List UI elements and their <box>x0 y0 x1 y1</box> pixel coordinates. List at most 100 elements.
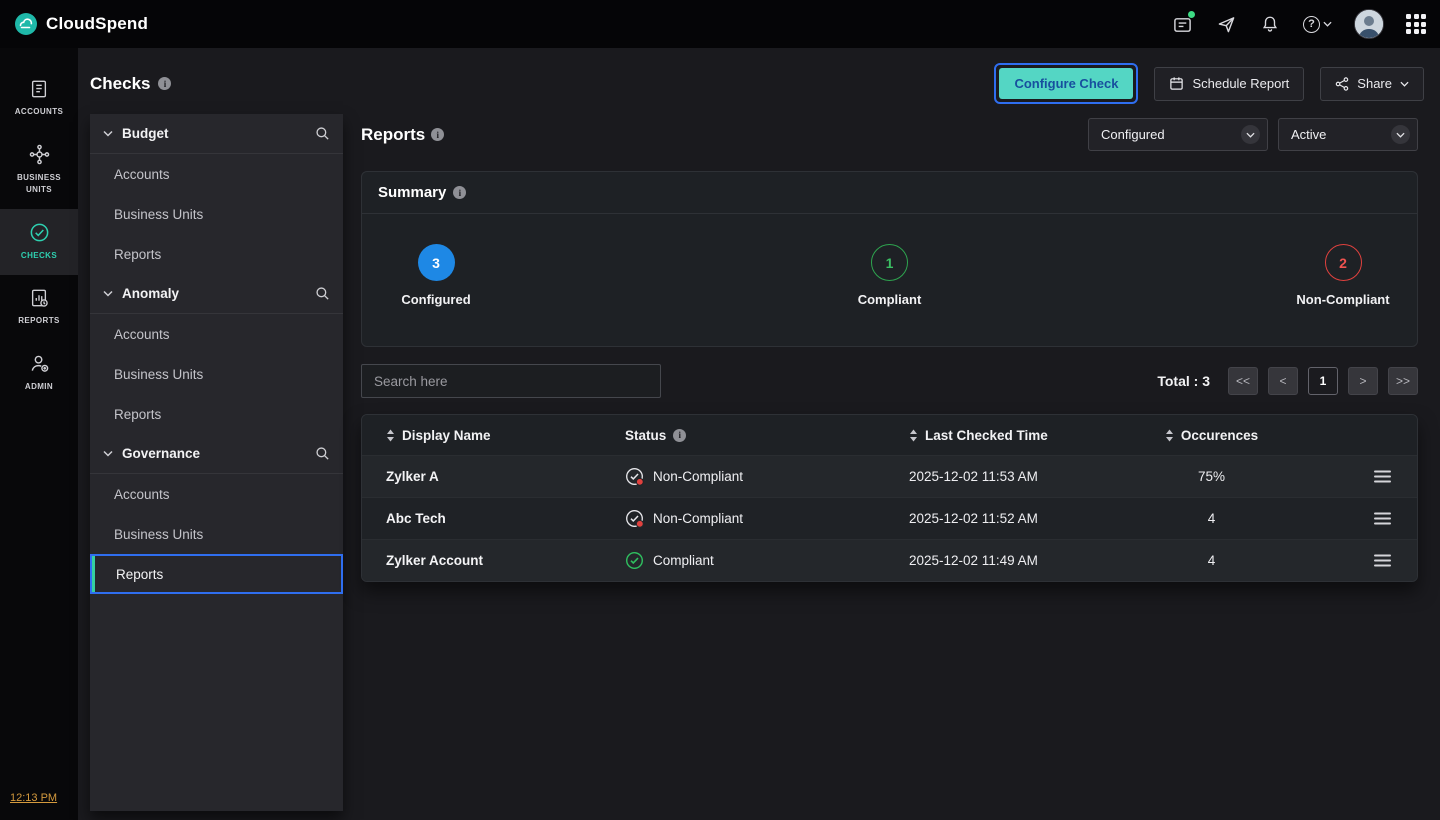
info-icon[interactable]: i <box>673 429 686 442</box>
first-page-button[interactable]: << <box>1228 367 1258 395</box>
rail-item-business-units[interactable]: BUSINESS UNITS <box>0 131 78 209</box>
column-label: Occurences <box>1181 428 1258 443</box>
row-display-name: Zylker A <box>386 469 625 484</box>
active-filter-dropdown[interactable]: Active <box>1278 118 1418 151</box>
configured-filter-value: Configured <box>1101 127 1165 142</box>
sidebar-item-anomaly-reports[interactable]: Reports <box>90 394 343 434</box>
table-row[interactable]: Zylker A Non-Compliant 2025-12-02 11:53 … <box>362 455 1417 497</box>
row-menu-icon[interactable] <box>1374 512 1391 525</box>
info-icon[interactable]: i <box>453 186 466 199</box>
rail-item-admin[interactable]: ADMIN <box>0 340 78 406</box>
brand-name: CloudSpend <box>46 14 148 34</box>
sidebar-item-anomaly-accounts[interactable]: Accounts <box>90 314 343 354</box>
prev-page-button[interactable]: < <box>1268 367 1298 395</box>
page-1-button[interactable]: 1 <box>1308 367 1338 395</box>
schedule-report-button[interactable]: Schedule Report <box>1154 67 1304 101</box>
business-units-icon <box>29 144 50 165</box>
help-menu[interactable]: ? <box>1303 16 1332 33</box>
last-page-button[interactable]: >> <box>1388 367 1418 395</box>
rail-item-accounts[interactable]: ACCOUNTS <box>0 66 78 131</box>
stat-non-compliant-count[interactable]: 2 <box>1325 244 1362 281</box>
apps-grid-icon[interactable] <box>1406 14 1426 34</box>
row-display-name: Abc Tech <box>386 511 625 526</box>
search-icon[interactable] <box>315 446 330 461</box>
group-governance[interactable]: Governance <box>90 434 343 474</box>
user-avatar[interactable] <box>1354 9 1384 39</box>
rail-item-checks[interactable]: CHECKS <box>0 209 78 275</box>
share-button[interactable]: Share <box>1320 67 1424 101</box>
search-icon[interactable] <box>315 126 330 141</box>
help-icon: ? <box>1303 16 1320 33</box>
feedback-icon[interactable] <box>1171 13 1193 35</box>
table-row[interactable]: Abc Tech Non-Compliant 2025-12-02 11:52 … <box>362 497 1417 539</box>
row-occurrences: 4 <box>1139 511 1284 526</box>
non-compliant-icon <box>625 509 644 528</box>
reports-table: Display Name Status i Last Checked Time … <box>361 414 1418 582</box>
notification-dot <box>1188 11 1195 18</box>
stat-compliant-count[interactable]: 1 <box>871 244 908 281</box>
row-display-name: Zylker Account <box>386 553 625 568</box>
chevron-down-icon <box>1323 21 1332 27</box>
sort-icon <box>909 429 918 442</box>
top-bar: CloudSpend ? <box>0 0 1440 48</box>
page-title: Checks i <box>90 74 343 94</box>
group-label: Budget <box>122 126 169 141</box>
sidebar-item-budget-business-units[interactable]: Business Units <box>90 194 343 234</box>
configured-filter-dropdown[interactable]: Configured <box>1088 118 1268 151</box>
sidebar-item-budget-accounts[interactable]: Accounts <box>90 154 343 194</box>
group-label: Governance <box>122 446 200 461</box>
row-occurrences: 4 <box>1139 553 1284 568</box>
sidebar-item-governance-business-units[interactable]: Business Units <box>90 514 343 554</box>
info-icon[interactable]: i <box>431 128 444 141</box>
reports-title-text: Reports <box>361 125 425 145</box>
stat-configured-label: Configured <box>401 292 470 307</box>
row-status: Compliant <box>625 551 909 570</box>
stat-configured-count[interactable]: 3 <box>418 244 455 281</box>
stat-non-compliant-label: Non-Compliant <box>1296 292 1389 307</box>
column-display-name[interactable]: Display Name <box>386 428 625 443</box>
sidebar-item-anomaly-business-units[interactable]: Business Units <box>90 354 343 394</box>
brand: CloudSpend <box>14 12 148 36</box>
rail-item-reports[interactable]: REPORTS <box>0 275 78 340</box>
sidebar-item-governance-reports[interactable]: Reports <box>90 554 343 594</box>
reports-title: Reports i <box>361 125 444 145</box>
search-input[interactable] <box>361 364 661 398</box>
current-time-link[interactable]: 12:13 PM <box>10 792 57 804</box>
checks-sidebar: Budget Accounts Business Units Reports A… <box>90 114 343 811</box>
column-label: Status <box>625 428 666 443</box>
row-menu-icon[interactable] <box>1374 470 1391 483</box>
configure-check-button[interactable]: Configure Check <box>999 68 1133 99</box>
info-icon[interactable]: i <box>158 77 171 90</box>
status-label: Non-Compliant <box>653 469 743 484</box>
notifications-bell-icon[interactable] <box>1259 13 1281 35</box>
row-occurrences: 75% <box>1139 469 1284 484</box>
sidebar-item-governance-accounts[interactable]: Accounts <box>90 474 343 514</box>
row-status: Non-Compliant <box>625 467 909 486</box>
non-compliant-icon <box>625 467 644 486</box>
chevron-down-icon <box>103 130 113 137</box>
schedule-report-label: Schedule Report <box>1192 76 1289 91</box>
sort-icon <box>386 429 395 442</box>
column-status[interactable]: Status i <box>625 428 909 443</box>
rail-item-label: ADMIN <box>25 381 53 393</box>
checks-icon <box>29 222 50 243</box>
summary-header: Summary i <box>362 172 1417 214</box>
rail-item-label: ACCOUNTS <box>15 106 64 118</box>
share-label: Share <box>1357 76 1392 91</box>
next-page-button[interactable]: > <box>1348 367 1378 395</box>
table-row[interactable]: Zylker Account Compliant 2025-12-02 11:4… <box>362 539 1417 581</box>
group-budget[interactable]: Budget <box>90 114 343 154</box>
active-filter-value: Active <box>1291 127 1326 142</box>
status-label: Non-Compliant <box>653 511 743 526</box>
row-menu-icon[interactable] <box>1374 554 1391 567</box>
admin-icon <box>29 353 50 374</box>
group-anomaly[interactable]: Anomaly <box>90 274 343 314</box>
launch-icon[interactable] <box>1215 13 1237 35</box>
summary-card: Summary i 3 Configured 1 Compliant 2 Non… <box>361 171 1418 347</box>
reports-icon <box>29 288 49 308</box>
sidebar-item-budget-reports[interactable]: Reports <box>90 234 343 274</box>
column-last-checked-time[interactable]: Last Checked Time <box>909 428 1139 443</box>
status-label: Compliant <box>653 553 714 568</box>
column-occurences[interactable]: Occurences <box>1139 428 1284 443</box>
search-icon[interactable] <box>315 286 330 301</box>
